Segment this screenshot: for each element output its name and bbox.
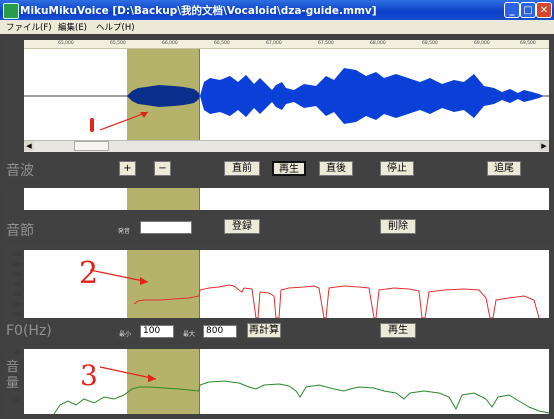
f0-max-label: 最大 (183, 331, 196, 338)
f0-min-label: 最小 (119, 331, 132, 338)
menu-bar: ファイル(F) 編集(E) ヘルプ(H) (0, 20, 554, 34)
volume-y-tick: 20 (13, 399, 19, 404)
wave-segment-2 (200, 68, 544, 124)
f0-section-label: F0(Hz) (6, 323, 52, 339)
scroll-thumb[interactable] (74, 141, 109, 151)
waveform-view[interactable]: 65,000 65,500 66,000 66,500 67,000 67,50… (24, 40, 549, 140)
pronounce-input[interactable] (140, 221, 192, 234)
zoom-in-button[interactable]: + (119, 161, 136, 176)
volume-y-tick: 100 (13, 351, 22, 356)
menu-edit[interactable]: 編集(E) (58, 21, 87, 33)
scroll-left-icon[interactable]: ◀ (24, 141, 34, 151)
horizontal-scrollbar[interactable]: ◀ ▶ (24, 140, 549, 152)
syllable-view[interactable] (24, 188, 549, 210)
syllable-end-marker[interactable] (199, 188, 200, 210)
wave-segment-1 (127, 85, 199, 107)
f0-y-tick: 500 (13, 273, 22, 278)
menu-file[interactable]: ファイル(F) (6, 21, 52, 33)
annotation-arrow-2 (89, 269, 149, 285)
annotation-arrow-3 (99, 366, 157, 382)
recalc-button[interactable]: 再計算 (247, 323, 281, 338)
window-title: MikuMikuVoice [D:\Backup\我的文档\Vocaloid\d… (20, 5, 377, 17)
register-button[interactable]: 登録 (224, 219, 260, 234)
maximize-button[interactable]: □ (520, 2, 536, 18)
next-button[interactable]: 直後 (319, 161, 353, 176)
title-bar[interactable]: MikuMikuVoice [D:\Backup\我的文档\Vocaloid\d… (0, 0, 554, 20)
stop-button[interactable]: 停止 (380, 161, 414, 176)
f0-y-tick: 400 (13, 283, 22, 288)
f0-line (133, 284, 540, 318)
f0-y-tick: 600 (13, 263, 22, 268)
delete-button[interactable]: 削除 (380, 219, 416, 234)
f0-y-tick: 300 (13, 293, 22, 298)
annotation-marker-1 (90, 118, 94, 132)
f0-view[interactable]: 2 (24, 250, 549, 318)
annotation-arrow-1 (99, 111, 149, 131)
prev-button[interactable]: 直前 (224, 161, 260, 176)
volume-view[interactable]: 3 (24, 349, 549, 414)
play-button[interactable]: 再生 (272, 161, 306, 176)
f0-play-button[interactable]: 再生 (380, 323, 416, 338)
app-icon (3, 3, 19, 19)
close-button[interactable]: ✕ (536, 2, 552, 18)
pronounce-label: 発音 (118, 228, 131, 235)
f0-y-tick: 700 (13, 253, 22, 258)
app-window: MikuMikuVoice [D:\Backup\我的文档\Vocaloid\d… (0, 0, 554, 419)
scroll-right-icon[interactable]: ▶ (539, 141, 549, 151)
wave-section-label: 音波 (6, 163, 34, 179)
f0-max-input[interactable]: 800 (203, 325, 237, 338)
zoom-out-button[interactable]: − (154, 161, 171, 176)
minimize-button[interactable]: _ (504, 2, 520, 18)
menu-help[interactable]: ヘルプ(H) (96, 21, 135, 33)
syllable-section-label: 音節 (6, 223, 34, 239)
volume-section-label: 音量 (6, 360, 20, 391)
f0-y-tick: 200 (13, 303, 22, 308)
f0-min-input[interactable]: 100 (140, 325, 174, 338)
f0-y-tick: 100 (13, 313, 22, 318)
syllable-highlight[interactable] (127, 188, 199, 210)
follow-button[interactable]: 追尾 (487, 161, 521, 176)
